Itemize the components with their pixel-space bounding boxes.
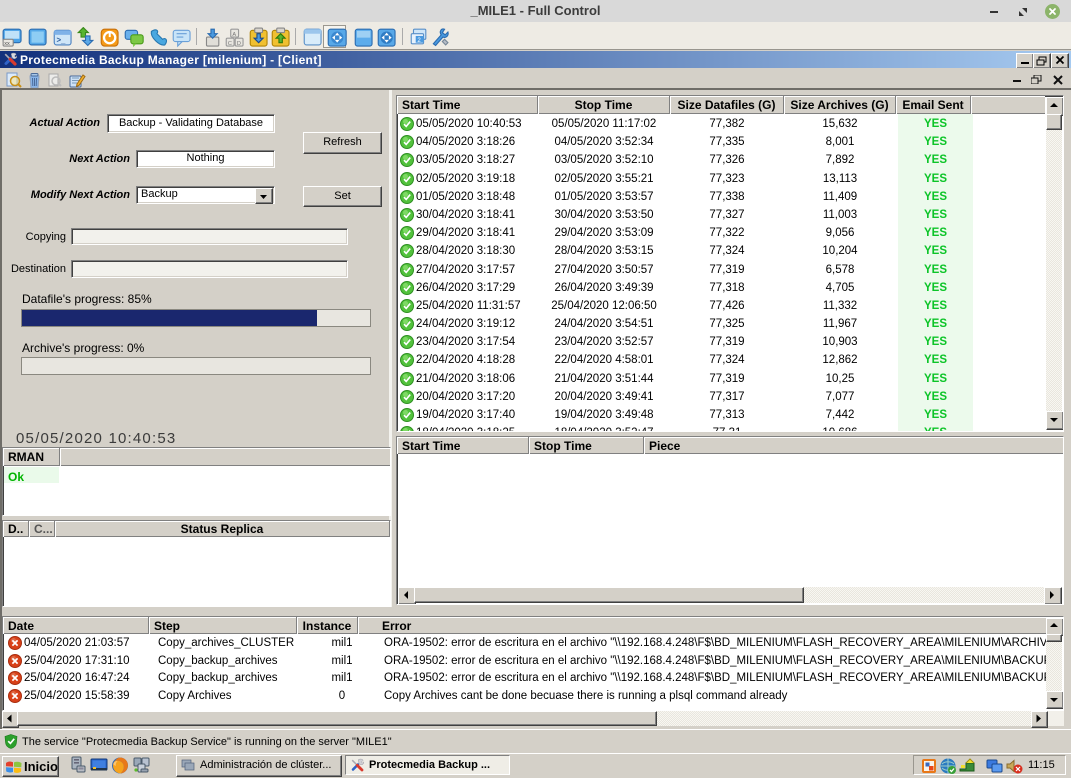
svg-text:2: 2	[417, 37, 421, 44]
svg-text:>_: >_	[56, 36, 66, 45]
svg-text:C: C	[228, 41, 232, 47]
svg-text:xx: xx	[4, 41, 10, 47]
svg-text:A: A	[232, 32, 236, 38]
svg-text:D: D	[237, 41, 241, 47]
